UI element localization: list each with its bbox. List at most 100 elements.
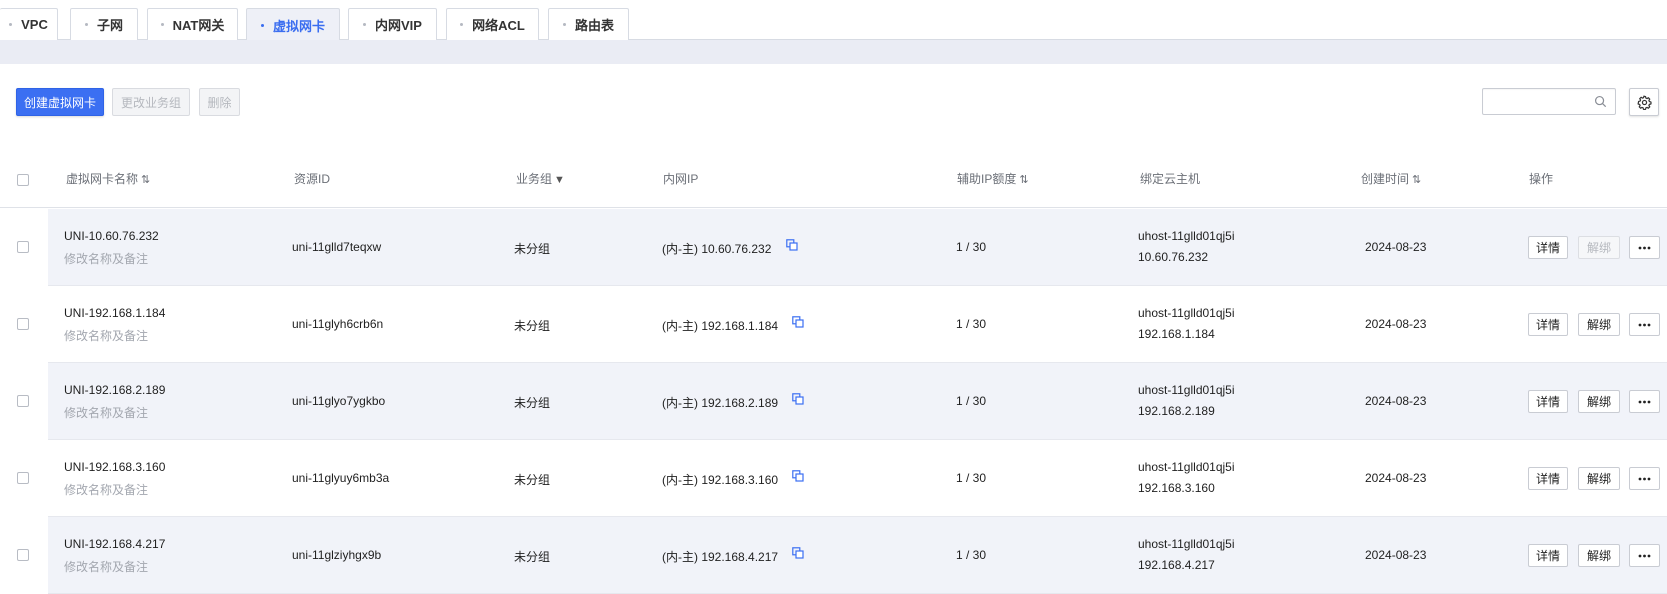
business-group: 未分组 [514, 319, 551, 333]
detail-button[interactable]: 详情 [1528, 467, 1568, 490]
bound-host-ip: 192.168.2.189 [1138, 404, 1215, 418]
search-icon[interactable] [1594, 95, 1607, 108]
nic-name: UNI-192.168.1.184 [64, 306, 166, 320]
table-row: UNI-192.168.3.160 修改名称及备注 uni-11glyuy6mb3a… [17, 440, 1667, 517]
sort-icon[interactable]: ⇅ [141, 174, 150, 186]
unbind-button[interactable]: 解绑 [1578, 390, 1620, 413]
nic-name: UNI-10.60.76.232 [64, 229, 159, 243]
private-ip: (内-主) 192.168.2.189 [662, 396, 779, 410]
bound-host-id[interactable]: uhost-11glld01qj5i [1138, 229, 1235, 243]
tab-vpc[interactable]: VPC [0, 8, 58, 40]
created-date: 2024-08-23 [1365, 394, 1427, 408]
tab-bar: VPC 子网 NAT网关 虚拟网卡 内网VIP 网络ACL 路由表 [0, 0, 1667, 41]
edit-name-note-link[interactable]: 修改名称及备注 [64, 250, 148, 267]
copy-icon[interactable] [792, 316, 804, 328]
secondary-ip-quota: 1 / 30 [956, 394, 987, 408]
private-ip: (内-主) 192.168.1.184 [662, 319, 779, 333]
row-checkbox[interactable] [17, 241, 29, 253]
unbind-button[interactable]: 解绑 [1578, 467, 1620, 490]
secondary-ip-quota: 1 / 30 [956, 471, 987, 485]
sort-icon[interactable]: ⇅ [1412, 174, 1421, 186]
col-group[interactable]: 业务组 ▼ [516, 170, 565, 187]
detail-button[interactable]: 详情 [1528, 390, 1568, 413]
copy-icon[interactable] [786, 239, 798, 251]
unbind-button[interactable]: 解绑 [1578, 544, 1620, 567]
change-group-button[interactable]: 更改业务组 [112, 88, 190, 116]
filter-icon[interactable]: ▼ [554, 174, 565, 186]
tab-nat-gateway[interactable]: NAT网关 [147, 8, 238, 40]
row-checkbox[interactable] [17, 472, 29, 484]
more-icon [1638, 323, 1651, 326]
col-resource-id: 资源ID [294, 172, 331, 186]
resource-id: uni-11glyh6crb6n [292, 317, 384, 331]
bound-host-id[interactable]: uhost-11glld01qj5i [1138, 383, 1235, 397]
table-header: 虚拟网卡名称 ⇅ 资源ID 业务组 ▼ 内网IP 辅助IP额度 ⇅ 绑定云主机 创建时… [0, 150, 1667, 208]
more-actions-button[interactable] [1629, 544, 1660, 567]
detail-button[interactable]: 详情 [1528, 236, 1568, 259]
bound-host-id[interactable]: uhost-11glld01qj5i [1138, 460, 1235, 474]
resource-id: uni-11glziyhgx9b [292, 548, 382, 562]
created-date: 2024-08-23 [1365, 317, 1427, 331]
gear-icon [1637, 95, 1652, 110]
tab-dot-icon [160, 23, 164, 26]
col-created[interactable]: 创建时间 ⇅ [1361, 170, 1421, 187]
tab-dot-icon [84, 23, 88, 26]
unbind-button[interactable]: 解绑 [1578, 236, 1620, 259]
col-bound-host: 绑定云主机 [1140, 172, 1201, 186]
created-date: 2024-08-23 [1365, 548, 1427, 562]
copy-icon[interactable] [792, 470, 804, 482]
bound-host-id[interactable]: uhost-11glld01qj5i [1138, 537, 1235, 551]
tab-network-acl[interactable]: 网络ACL [446, 8, 539, 40]
row-checkbox[interactable] [17, 395, 29, 407]
more-icon [1638, 400, 1651, 403]
tab-route-table[interactable]: 路由表 [548, 8, 629, 40]
row-checkbox[interactable] [17, 549, 29, 561]
copy-icon[interactable] [792, 393, 804, 405]
table-row: UNI-192.168.2.189 修改名称及备注 uni-11glyo7ygkbo… [17, 363, 1667, 440]
col-secondary-quota[interactable]: 辅助IP额度 ⇅ [957, 170, 1029, 187]
settings-button[interactable] [1629, 88, 1659, 116]
tab-virtual-nic[interactable]: 虚拟网卡 [246, 8, 340, 41]
more-actions-button[interactable] [1629, 467, 1660, 490]
sort-icon[interactable]: ⇅ [1019, 174, 1028, 186]
tab-dot-icon [562, 23, 566, 26]
edit-name-note-link[interactable]: 修改名称及备注 [64, 481, 148, 498]
bound-host-ip: 192.168.4.217 [1138, 558, 1215, 572]
secondary-ip-quota: 1 / 30 [956, 548, 987, 562]
resource-id: uni-11glld7teqxw [292, 240, 382, 254]
row-checkbox[interactable] [17, 318, 29, 330]
tab-subnet[interactable]: 子网 [70, 8, 138, 40]
business-group: 未分组 [514, 242, 551, 256]
more-actions-button[interactable] [1629, 313, 1660, 336]
more-actions-button[interactable] [1629, 236, 1660, 259]
create-virtual-nic-button[interactable]: 创建虚拟网卡 [16, 88, 104, 116]
col-actions: 操作 [1529, 172, 1554, 186]
edit-name-note-link[interactable]: 修改名称及备注 [64, 404, 148, 421]
table-row: UNI-192.168.1.184 修改名称及备注 uni-11glyh6crb6n… [17, 286, 1667, 363]
business-group: 未分组 [514, 396, 551, 410]
edit-name-note-link[interactable]: 修改名称及备注 [64, 558, 148, 575]
secondary-ip-quota: 1 / 30 [956, 240, 987, 254]
table-row: UNI-10.60.76.232 修改名称及备注 uni-11glld7teqxw 未… [17, 209, 1667, 286]
bound-host-id[interactable]: uhost-11glld01qj5i [1138, 306, 1235, 320]
private-ip: (内-主) 192.168.3.160 [662, 473, 779, 487]
delete-button[interactable]: 删除 [199, 88, 240, 116]
created-date: 2024-08-23 [1365, 471, 1427, 485]
col-name[interactable]: 虚拟网卡名称 ⇅ [66, 170, 150, 187]
edit-name-note-link[interactable]: 修改名称及备注 [64, 327, 148, 344]
created-date: 2024-08-23 [1365, 240, 1427, 254]
header-band [0, 40, 1667, 64]
detail-button[interactable]: 详情 [1528, 313, 1568, 336]
business-group: 未分组 [514, 473, 551, 487]
more-icon [1638, 246, 1651, 249]
copy-icon[interactable] [792, 547, 804, 559]
select-all-checkbox[interactable] [17, 174, 29, 186]
col-private-ip: 内网IP [663, 172, 699, 186]
unbind-button[interactable]: 解绑 [1578, 313, 1620, 336]
more-actions-button[interactable] [1629, 390, 1660, 413]
resource-id: uni-11glyuy6mb3a [292, 471, 390, 485]
nic-name: UNI-192.168.2.189 [64, 383, 166, 397]
search-input[interactable] [1482, 88, 1616, 115]
tab-private-vip[interactable]: 内网VIP [348, 8, 437, 40]
detail-button[interactable]: 详情 [1528, 544, 1568, 567]
